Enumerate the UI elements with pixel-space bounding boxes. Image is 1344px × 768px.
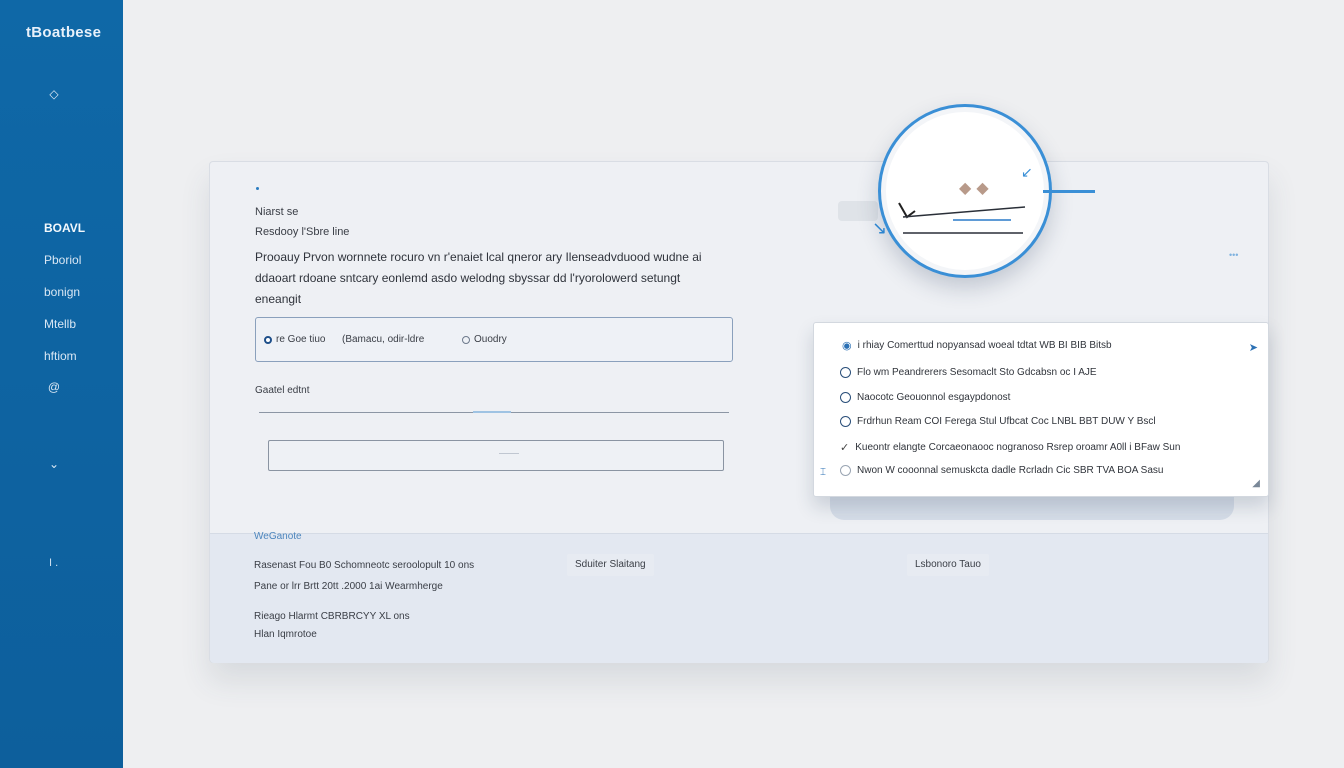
radio-option-label: (Bamacu, odir-ldre [342,334,425,345]
sidebar-section-title: BOAVL [44,221,86,235]
svg-text:◆ ◆: ◆ ◆ [959,178,989,197]
cursor-icon: ⌶ [820,467,826,478]
camera-icon[interactable]: ◉ [842,339,852,352]
footer-row-3: Rieago Hlarmt CBRBRCYY XL ons [254,611,410,622]
options-panel: ◉ i rhiay Comerttud nopyansad woeal tdta… [813,322,1269,497]
form-title: Niarst se [255,206,299,218]
box-input-placeholder-mark [499,453,519,454]
panel-option-2[interactable]: Naocotc Geouonnol esgaypdonost [840,392,1010,403]
field-label: Gaatel edtnt [255,385,310,396]
radio-icon [840,416,851,427]
box-input[interactable] [268,440,724,471]
panel-option-1[interactable]: Flo wm Peandrerers Sesomaclt Sto Gdcabsn… [840,367,1097,378]
radio-icon [840,392,851,403]
panel-option-label: Kueontr elangte Corcaeonaooc nogranoso R… [855,442,1181,453]
magnifier-pointer-line [1043,190,1095,193]
radio-option-label: re Goe tiuo [276,334,326,345]
magnifier-content-icon: ◆ ◆ ↙ [898,165,1033,234]
panel-option-label: Nwon W cooonnal semuskcta dadle Rcrladn … [857,465,1164,476]
footer-row-1: Rasenast Fou B0 Schomneotc seroolopult 1… [254,560,475,571]
sidebar-item-3[interactable]: Mtellb [44,317,76,331]
svg-text:↙: ↙ [1021,165,1033,181]
footer-section-title: WeGanote [254,531,302,542]
form-description: Prooauy Prvon wornnete rocuro vn r'enaie… [255,250,702,306]
radio-icon [840,367,851,378]
arrow-icon: ↘ [872,218,888,238]
send-icon[interactable]: ➤ [1249,341,1258,354]
card-footer-section [210,533,1268,663]
footer-pill-middle[interactable]: Sduiter Slaitang [567,554,654,576]
form-subtitle: Resdooy l'Sbre line [255,226,350,238]
dots-icon: ••• [1229,250,1239,260]
check-icon: ✓ [840,442,850,454]
panel-option-label: Naocotc Geouonnol esgaypdonost [857,392,1011,403]
panel-option-4[interactable]: ✓ Kueontr elangte Corcaeonaooc nogranoso… [840,441,1180,454]
radio-selected-icon [264,335,272,344]
at-sign-icon[interactable]: @ [46,379,62,395]
sidebar-footer-text: I . [49,557,59,569]
status-dot [256,187,259,190]
panel-option-5[interactable]: Nwon W cooonnal semuskcta dadle Rcrladn … [840,465,1163,476]
input-focus-accent [473,411,511,413]
panel-header: ◉ i rhiay Comerttud nopyansad woeal tdta… [842,339,1112,352]
footer-pill-right[interactable]: Lsbonoro Tauo [907,554,989,576]
radio-option-2[interactable]: (Bamacu, odir-ldre [342,334,424,345]
resize-icon[interactable]: ◢ [1252,478,1260,489]
chevron-down-icon[interactable]: ⌄ [46,456,62,472]
radio-option-3[interactable]: Ouodry [462,334,507,345]
panel-option-label: Frdrhun Ream COI Ferega Stul Ufbcat Coc … [857,416,1156,427]
radio-option-1[interactable]: re Goe tiuo [264,334,325,345]
panel-option-3[interactable]: Frdrhun Ream COI Ferega Stul Ufbcat Coc … [840,416,1156,427]
radio-option-label: Ouodry [474,334,507,345]
diamond-icon[interactable]: ◇ [46,86,62,102]
magnifier-lens: ◆ ◆ ↙ [878,104,1052,278]
sidebar: tBoatbese ◇ BOAVL Pboriol bonign Mtellb … [0,0,123,768]
footer-row-4: Hlan Iqmrotoe [254,629,317,640]
footer-row-2: Pane or lrr Brtt 20tt .2000 1ai Wearmher… [254,581,443,592]
radio-icon [840,465,851,476]
radio-unselected-icon [462,335,470,344]
sidebar-item-4[interactable]: hftiom [44,349,77,363]
app-logo: tBoatbese [26,24,102,41]
panel-option-label: Flo wm Peandrerers Sesomaclt Sto Gdcabsn… [857,367,1097,378]
magnifier-illustration: ◆ ◆ ↙ ↘ [838,100,1098,280]
panel-header-text: i rhiay Comerttud nopyansad woeal tdtat … [857,340,1112,351]
sidebar-item-2[interactable]: bonign [44,285,80,299]
sidebar-item-1[interactable]: Pboriol [44,253,81,267]
radio-group: re Goe tiuo (Bamacu, odir-ldre Ouodry [255,317,733,362]
